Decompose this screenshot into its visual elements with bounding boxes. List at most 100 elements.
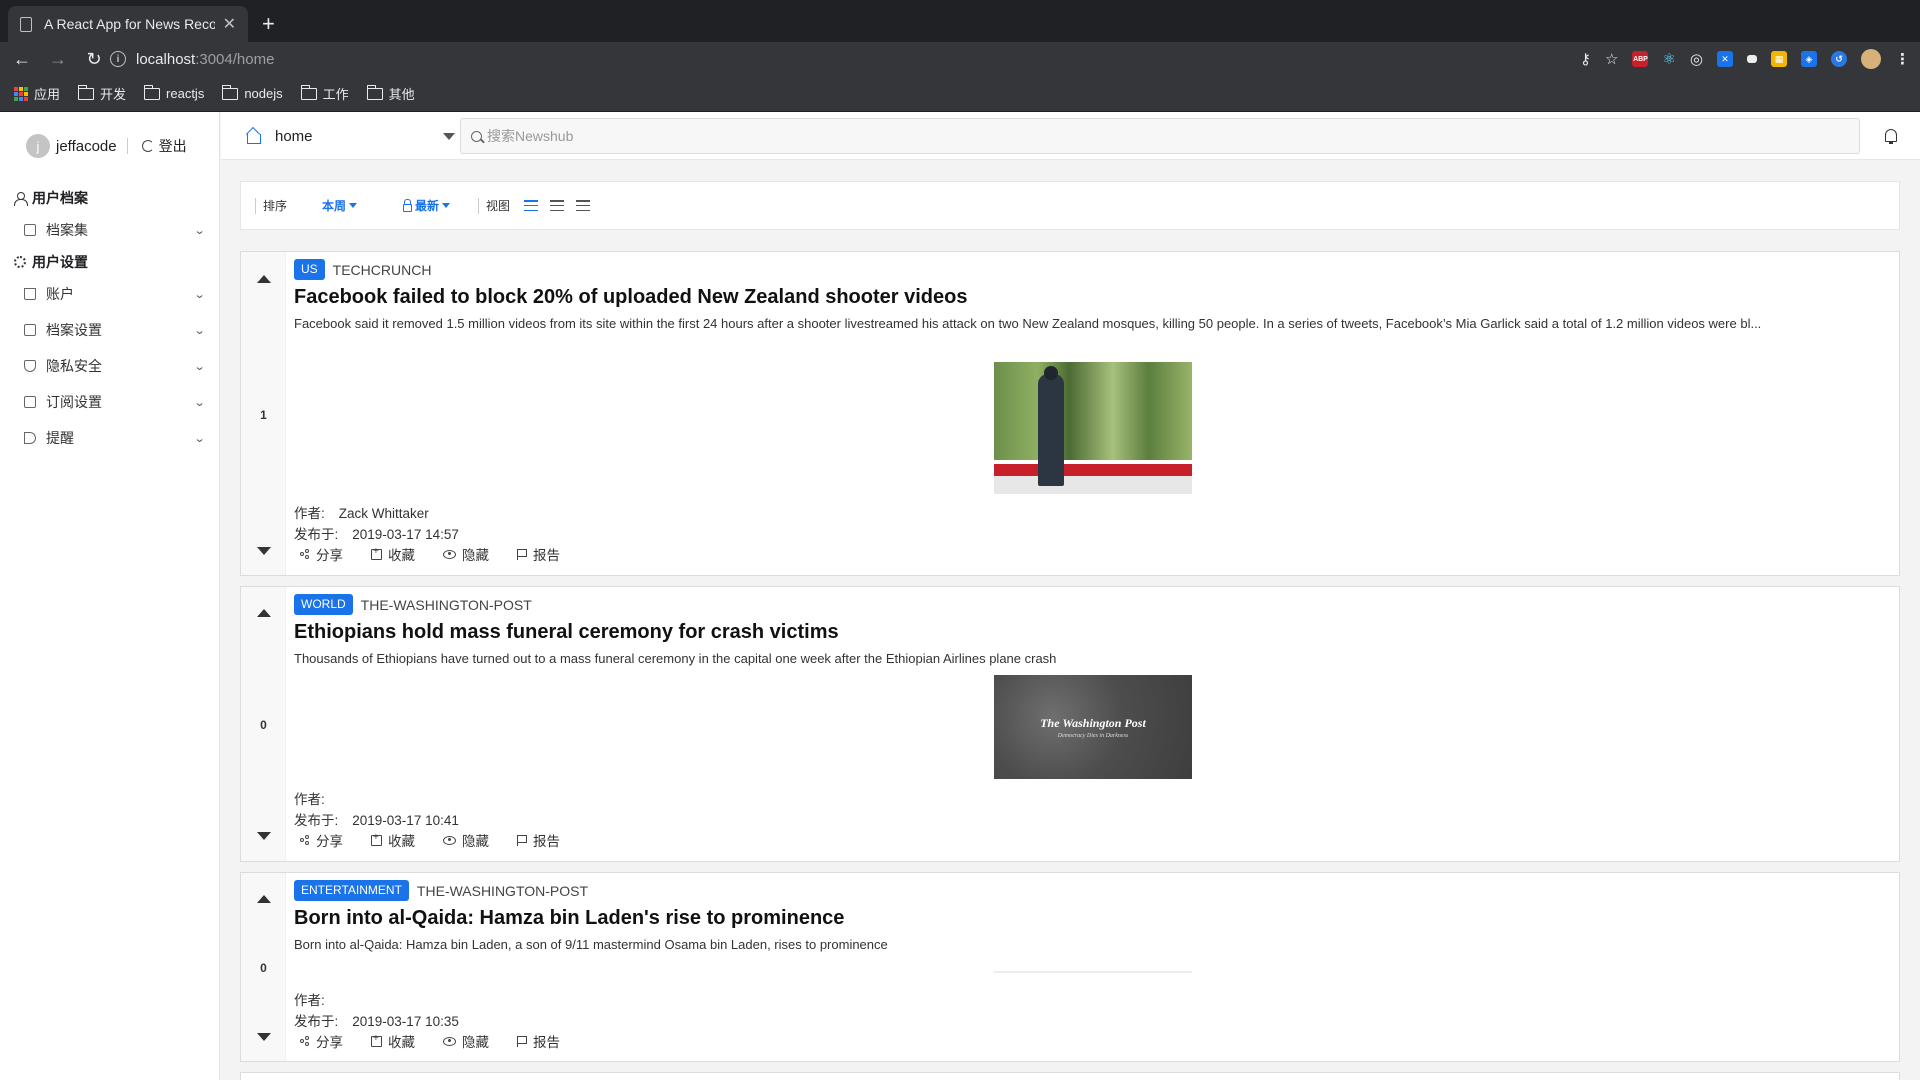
author-field: 作者:: [294, 788, 339, 808]
site-info-icon[interactable]: i: [110, 51, 126, 67]
downvote-icon[interactable]: [257, 547, 271, 555]
react-devtools-icon[interactable]: ⚛: [1662, 51, 1675, 68]
browser-toolbar: ← → ↻ i localhost:3004/home ⚷ ☆ ABP ⚛ ◎ …: [0, 42, 1920, 76]
save-button[interactable]: 收藏: [371, 830, 415, 850]
dropbox-icon[interactable]: ◈: [1801, 51, 1817, 67]
search-input[interactable]: [487, 128, 1787, 144]
avatar[interactable]: j: [26, 134, 50, 158]
save-icon: [371, 832, 382, 846]
folder-icon: [300, 84, 317, 100]
card-view-icon[interactable]: [524, 200, 539, 211]
profile-settings-icon: [24, 324, 36, 336]
apps-icon: [14, 86, 28, 101]
sync-icon[interactable]: ↺: [1831, 51, 1847, 67]
order-dropdown[interactable]: 最新: [403, 197, 451, 214]
bookmark-folder-dev[interactable]: 开发: [78, 84, 126, 103]
hide-button[interactable]: 隐藏: [443, 544, 489, 564]
flag-icon[interactable]: [1747, 55, 1757, 63]
location-dropdown[interactable]: home: [245, 122, 455, 150]
author-label: 作者:: [294, 506, 325, 521]
article-image[interactable]: [994, 971, 1192, 973]
sidebar-item-collections[interactable]: 档案集 ⌄: [24, 220, 205, 240]
translate-icon[interactable]: ✕: [1717, 51, 1733, 67]
category-badge[interactable]: US: [294, 259, 325, 280]
key-icon[interactable]: ⚷: [1580, 51, 1591, 68]
save-icon: [371, 546, 382, 560]
category-badge[interactable]: ENTERTAINMENT: [294, 880, 409, 901]
bookmark-label: reactjs: [166, 86, 205, 101]
sidebar-item-label: 提醒: [46, 430, 74, 446]
article-image[interactable]: The Washington Post Democracy Dies in Da…: [994, 675, 1192, 779]
sidebar-item-subscriptions[interactable]: 订阅设置 ⌄: [24, 392, 205, 412]
menu-dots-icon[interactable]: ⋮: [1895, 51, 1910, 68]
period-dropdown[interactable]: 本周: [322, 197, 358, 214]
bookmark-folder-work[interactable]: 工作: [300, 84, 349, 103]
browser-tab[interactable]: A React App for News Recomm ✕: [8, 6, 248, 42]
bookmark-folder-other[interactable]: 其他: [366, 84, 415, 103]
compact-view-icon[interactable]: [576, 200, 591, 211]
caret-down-icon: [443, 132, 455, 140]
new-tab-button[interactable]: +: [262, 10, 275, 38]
article-title[interactable]: Born into al-Qaida: Hamza bin Laden's ri…: [294, 907, 844, 930]
bookmark-apps[interactable]: 应用: [14, 84, 60, 103]
save-label: 收藏: [388, 548, 415, 563]
source-name[interactable]: TECHCRUNCH: [333, 262, 432, 278]
upvote-icon[interactable]: [257, 609, 271, 617]
view-label: 视图: [486, 199, 511, 213]
user-icon: [14, 192, 28, 206]
reload-button[interactable]: ↻: [80, 45, 108, 73]
forward-button[interactable]: →: [44, 45, 72, 73]
source-name[interactable]: THE-WASHINGTON-POST: [361, 597, 532, 613]
article-image[interactable]: [994, 362, 1192, 494]
hide-button[interactable]: 隐藏: [443, 1031, 489, 1051]
bookmark-folder-reactjs[interactable]: reactjs: [144, 84, 205, 101]
logout-button[interactable]: 登出: [141, 136, 187, 156]
logout-label: 登出: [158, 138, 187, 154]
sidebar-item-profile-settings[interactable]: 档案设置 ⌄: [24, 320, 205, 340]
sidebar-item-privacy[interactable]: 隐私安全 ⌄: [24, 356, 205, 376]
downvote-icon[interactable]: [257, 1033, 271, 1041]
report-label: 报告: [533, 1035, 560, 1050]
report-button[interactable]: 报告: [517, 1031, 560, 1051]
source-name[interactable]: THE-WASHINGTON-POST: [417, 883, 588, 899]
bookmark-label: 工作: [322, 87, 349, 102]
share-button[interactable]: 分享: [300, 830, 343, 850]
divider: [126, 138, 128, 154]
report-button[interactable]: 报告: [517, 830, 560, 850]
address-bar[interactable]: i localhost:3004/home: [110, 45, 1510, 73]
star-icon[interactable]: ☆: [1605, 51, 1618, 68]
published-label: 发布于:: [294, 813, 339, 828]
sidebar-item-notifications[interactable]: 提醒 ⌄: [24, 428, 205, 448]
downvote-icon[interactable]: [257, 832, 271, 840]
bell-icon[interactable]: [1885, 129, 1897, 144]
save-button[interactable]: 收藏: [371, 544, 415, 564]
sidebar-item-account[interactable]: 账户 ⌄: [24, 284, 205, 304]
profile-avatar[interactable]: [1861, 49, 1881, 69]
hide-button[interactable]: 隐藏: [443, 830, 489, 850]
calendar-icon[interactable]: ▦: [1771, 51, 1787, 67]
vote-column: 0: [241, 873, 286, 1061]
report-button[interactable]: 报告: [517, 544, 560, 564]
save-button[interactable]: 收藏: [371, 1031, 415, 1051]
share-button[interactable]: 分享: [300, 1031, 343, 1051]
published-field: 发布于: 2019-03-17 10:41: [294, 809, 459, 829]
browser-tab-strip: A React App for News Recomm ✕ +: [0, 0, 1920, 42]
article-title[interactable]: Ethiopians hold mass funeral ceremony fo…: [294, 621, 839, 644]
username[interactable]: jeffacode: [56, 138, 117, 155]
account-icon: [24, 288, 36, 300]
shield-icon: [24, 360, 36, 372]
order-label: 最新: [415, 199, 440, 213]
search-box[interactable]: [460, 118, 1860, 154]
target-icon[interactable]: ◎: [1690, 51, 1703, 68]
bookmark-folder-nodejs[interactable]: nodejs: [222, 84, 283, 101]
close-tab-icon[interactable]: ✕: [223, 14, 236, 34]
category-badge[interactable]: WORLD: [294, 594, 353, 615]
adblock-icon[interactable]: ABP: [1632, 51, 1649, 67]
article-title[interactable]: Facebook failed to block 20% of uploaded…: [294, 286, 967, 309]
share-label: 分享: [316, 548, 343, 563]
upvote-icon[interactable]: [257, 895, 271, 903]
classic-view-icon[interactable]: [550, 200, 565, 211]
upvote-icon[interactable]: [257, 275, 271, 283]
share-button[interactable]: 分享: [300, 544, 343, 564]
back-button[interactable]: ←: [8, 45, 36, 73]
